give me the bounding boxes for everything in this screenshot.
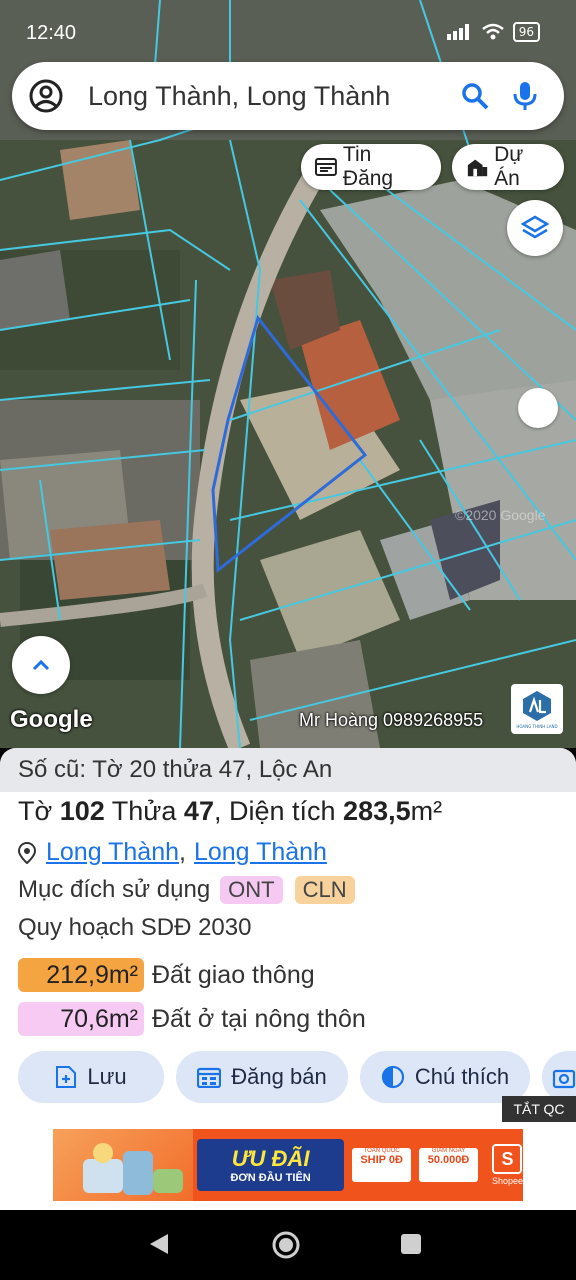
map-watermark: Mr Hoàng 0989268955 [299,710,484,730]
plan-area-value: 70,6m² [18,1002,144,1036]
shopee-bag-icon: S [492,1144,523,1174]
area-unit: m² [410,796,443,826]
search-query[interactable]: Long Thành, Long Thành [88,81,460,112]
ward-link[interactable]: Long Thành [46,838,179,867]
listings-chip-label: Tin Đăng [342,143,394,190]
parcel-info-panel: Số cũ: Tờ 20 thửa 47, Lộc An Tờ 102 Thửa… [0,748,576,1210]
district-link[interactable]: Long Thành [194,838,327,867]
google-attribution: Google [10,706,93,733]
ad-coupon-discount: GIẢM NGAY 50.000Đ [419,1148,478,1182]
brand-logo[interactable]: HOANG THINH LAND [511,684,563,734]
buildings-icon [467,159,488,177]
wifi-icon [481,23,504,40]
recent-apps-icon[interactable] [401,1234,421,1254]
map-view[interactable]: ©2020 Google 12:40 96 Long Thành, Long T… [0,0,576,748]
contrast-icon [381,1065,405,1089]
brand-logo-icon [523,691,551,721]
plot-number: 47 [183,796,214,826]
purpose-tag-ont: ONT [220,876,283,904]
ad-headline-box: ƯU ĐÃI ĐƠN ĐẦU TIÊN [197,1139,345,1191]
ad-headline: ƯU ĐÃI [231,1146,310,1171]
projects-chip-label: Dự Án [494,143,524,190]
coupon-value: 50.000Đ [427,1154,470,1166]
signal-icon [446,24,469,40]
status-bar: 12:40 96 [0,0,576,56]
layers-icon [521,215,549,239]
action-buttons: Lưu Đăng bán Chú thích [18,1051,576,1103]
ad-product-image [53,1129,193,1201]
brand-logo-text: HOANG THINH LAND [516,724,558,729]
ad-coupon-ship: TOÀN QUỐC SHIP 0Đ [352,1148,412,1182]
old-parcel-info: Số cũ: Tờ 20 thửa 47, Lộc An [0,748,576,792]
plan-area-label: Đất giao thông [152,960,315,989]
parcel-location: Long Thành, Long Thành [18,838,327,867]
ad-banner[interactable]: ƯU ĐÃI ĐƠN ĐẦU TIÊN TOÀN QUỐC SHIP 0Đ GI… [53,1129,523,1201]
shopee-logo: S Shopee [492,1144,523,1186]
plan-area-row: 212,9m² Đất giao thông [18,958,315,992]
plot-label: Thửa [111,796,177,826]
account-icon[interactable] [28,78,64,114]
listing-icon [315,158,337,176]
shopee-brand: Shopee [491,1176,523,1186]
area-label: , Diện tích [213,796,336,826]
land-use-purpose: Mục đích sử dụng ONT CLN [18,876,355,904]
search-bar[interactable]: Long Thành, Long Thành [12,62,564,130]
microphone-icon[interactable] [512,80,538,112]
search-icon[interactable] [460,81,490,111]
listings-chip[interactable]: Tin Đăng [301,143,441,190]
status-time: 12:40 [26,22,77,44]
plan-area-row: 70,6m² Đất ở tại nông thôn [18,1002,366,1036]
plan-label: Quy hoạch SDĐ 2030 [18,914,252,941]
purpose-tag-cln: CLN [294,876,355,904]
battery-icon: 96 [512,22,540,42]
location-separator: , [179,838,186,866]
sheet-number: 102 [59,796,105,826]
parcel-title: Tờ 102 Thửa 47, Diện tích 283,5m² [18,796,442,827]
add-file-icon [56,1066,77,1088]
location-pin-icon [18,841,36,864]
close-ad-button[interactable]: TẮT QC [502,1096,576,1122]
ad-subline: ĐƠN ĐẦU TIÊN [230,1172,311,1184]
ad-products-illustration [83,1143,183,1195]
plan-area-value: 212,9m² [18,958,144,992]
calendar-icon [197,1067,222,1088]
save-button[interactable]: Lưu [18,1051,164,1103]
plan-area-label: Đất ở tại nông thôn [152,1004,366,1033]
sheet-label: Tờ [18,796,53,826]
coupon-value: SHIP 0Đ [360,1154,403,1166]
map-layers-button[interactable] [507,200,563,256]
purpose-label: Mục đích sử dụng [18,876,211,903]
save-button-label: Lưu [87,1064,127,1089]
expand-panel-button[interactable] [12,636,70,694]
svg-text:©2020 Google: ©2020 Google [455,507,546,523]
legend-button-label: Chú thích [414,1064,510,1089]
opacity-slider-handle[interactable] [518,388,558,428]
post-for-sale-button[interactable]: Đăng bán [176,1051,348,1103]
back-icon[interactable] [148,1232,170,1256]
add-photo-icon [552,1069,576,1089]
projects-chip[interactable]: Dự Án [452,143,564,190]
home-icon[interactable] [271,1230,301,1260]
system-navigation-bar [0,1210,576,1280]
area-value: 283,5 [343,796,411,826]
chevron-up-icon [32,659,50,671]
post-for-sale-label: Đăng bán [231,1064,327,1089]
